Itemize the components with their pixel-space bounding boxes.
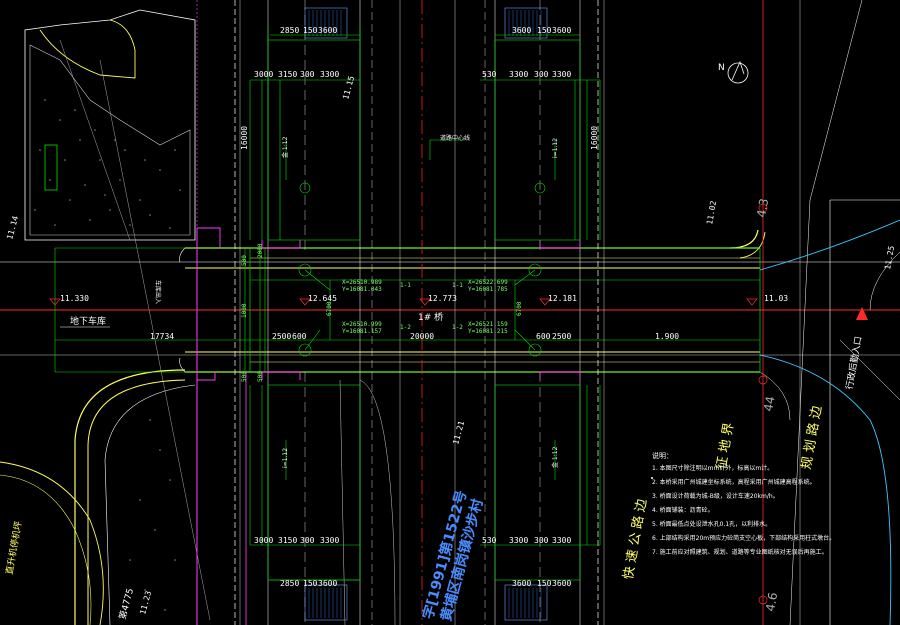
vertical-dim-right: 16000 [590,126,599,150]
dim-top-right-1: 150 [537,26,552,35]
dim-17734: 17734 [150,332,174,341]
dim-20000: 20000 [410,332,434,341]
dim-row-4: 1.900 [655,332,679,341]
note-2: 3. 桥面设计荷载为城-B级，设计车速20km/h。 [652,492,779,500]
slope-bottom-right: 金 1:12 [551,446,559,468]
side-dim-3: 6700 [326,301,333,316]
garage-small-label: 车库出入 [154,280,162,304]
vertical-roads [196,0,605,625]
dim-top-right2-3: 3300 [552,70,571,79]
elev-left: 11.330 [60,294,89,303]
note-3: 4. 桥面铺装：沥青砼。 [652,506,714,514]
coord-4-tag: 1-2 [452,324,463,331]
coord-2-y: Y=16081.785 [468,286,508,293]
dim-top-right-0: 3600 [512,26,531,35]
dim-top-left2-2: 300 [300,70,315,79]
dim-top-left2-1: 3150 [278,70,297,79]
dim-bottom-right2-2: 3600 [552,579,571,588]
vertical-dim-left: 16000 [240,126,249,150]
dim-top-left-0: 2850 [280,26,299,35]
dim-bottom-left-0: 3000 [254,536,273,545]
elev-center: 12.773 [428,294,457,303]
coord-3-tag: 1-2 [400,324,411,331]
north-label: N [718,63,725,73]
right-side-elements [651,0,900,625]
coord-2-x: X=26522.699 [468,279,508,286]
dim-top-right2-2: 300 [534,70,549,79]
dimension-texts: 2850 150 3600 3000 3150 300 3300 3600 15… [60,26,788,588]
dim-bottom-right-2: 300 [534,536,549,545]
elev-right: 11.03 [764,294,788,303]
yellow-left-text: 直升机停机坪 [3,520,24,575]
dim-bottom-right-3: 3300 [552,536,571,545]
dim-top-left-1: 150 [303,26,318,35]
coord-1-y: Y=16081.043 [342,286,382,293]
side-dim-1: 1000 [241,303,248,318]
dim-top-left-2: 3600 [318,26,337,35]
dim-top-right-2: 3600 [552,26,571,35]
right-elev-a: 11.02 [705,200,718,225]
dim-row-3: 2500 [552,332,571,341]
note-1: 2. 本桥采用广州城建坐标系统，高程采用广州城建高程系统。 [652,478,816,486]
road-center-label: 道路中心线 [440,134,470,142]
right-yellow-3: 快 速 公 路 边 [620,498,650,581]
top-elev-b: 11.14 [5,215,20,241]
slope-top-left: 金 1:12 [281,136,289,158]
note-0: 1. 本图尺寸除注明以mm计外，标高以m计。 [652,464,773,472]
dim-bottom-right2-0: 3600 [512,579,531,588]
underground-garage-label: 地下车库 [70,315,106,327]
dim-bottom-left-3: 3300 [320,536,339,545]
dim-bottom-left2-0: 2850 [280,579,299,588]
coord-4-y: Y=16081.215 [468,328,508,335]
bottom-elev: 11.21 [451,420,466,446]
note-6: 7. 施工前应对照建筑、规划、道路等专业图纸核对无误后再施工。 [652,548,828,556]
dim-top-left2-3: 3300 [320,70,339,79]
note-5: 6. 上部结构采用20m预应力砼简支空心板，下部结构采用柱式墩台。 [652,534,835,542]
dim-bottom-left2-1: 150 [303,579,318,588]
dim-bottom-left-1: 3150 [278,536,297,545]
dim-row-1: 600 [292,332,307,341]
right-yellow-1: 征 地 界 [714,422,737,471]
cad-drawing-canvas[interactable]: 2850 150 3600 3000 3150 300 3300 3600 15… [0,0,900,625]
dim-bottom-left-2: 300 [300,536,315,545]
dim-top-right2-1: 3300 [509,70,528,79]
right-elev-b: 4.3 [754,197,771,218]
dim-row-0: 2500 [272,332,291,341]
elev-center-right: 12.181 [548,294,577,303]
dim-bottom-right-0: 530 [482,536,497,545]
dim-top-right2-0: 530 [482,70,497,79]
coord-1-x: X=26510.989 [342,279,382,286]
side-dim-2: 2000 [257,243,264,258]
bottom-left-elev: 11.23 [138,590,153,616]
side-dim-4: 6700 [516,301,523,316]
dim-bottom-right2-1: 150 [537,579,552,588]
coord-3-y: Y=16081.157 [342,328,382,335]
bridge-label: 1# 桥 [418,311,443,323]
coord-2-tag: 1-1 [452,282,463,289]
dim-bottom-left2-2: 3600 [318,579,337,588]
side-dim-6: 500 [241,371,248,382]
horizontal-road [0,229,900,421]
side-dim-5: 500 [257,371,264,382]
coord-4-x: X=26521.159 [468,321,508,328]
dim-top-left2-0: 3000 [254,70,273,79]
slope-top-right: i=1.12 [552,138,559,158]
vert-text-b: 4.6 [763,591,780,612]
top-elev-a: 11.15 [341,75,356,101]
side-dim-0: 500 [241,255,248,266]
note-4: 5. 桥面最低点处设泄水孔0.1孔，以利排水。 [652,520,771,528]
entrance-label: 行政后勤入口 [843,335,864,390]
coord-3-x: X=26510.999 [342,321,382,328]
coord-1-tag: 1-1 [400,282,411,289]
dim-row-2: 600 [536,332,551,341]
dim-bottom-right-1: 3300 [509,536,528,545]
vert-text-a: 44 [761,395,777,412]
slope-bottom-left: i=1.12 [282,448,289,468]
right-yellow-2: 规 划 路 边 [798,404,825,470]
bottom-left-num: 第4775 [116,587,136,621]
notes-title: 说明： [652,451,673,460]
